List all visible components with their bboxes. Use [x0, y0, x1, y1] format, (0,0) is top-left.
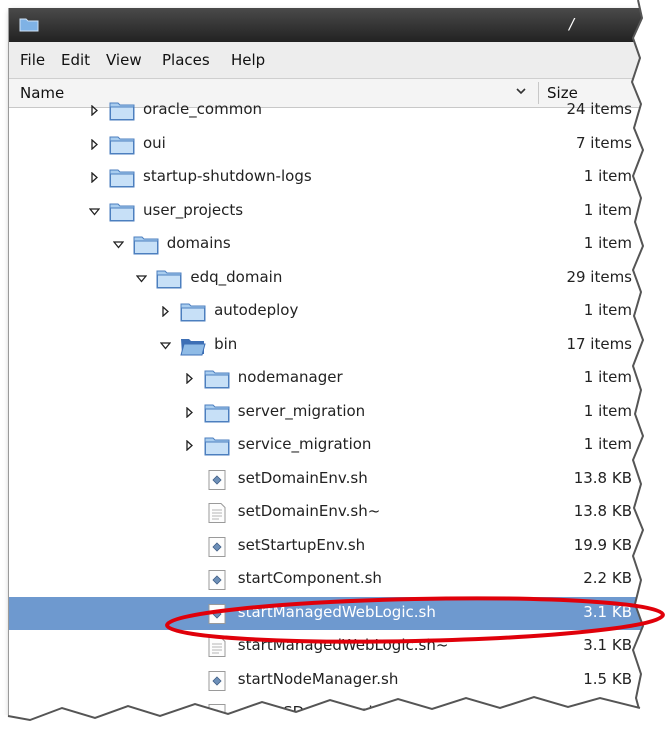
file-size: 1 item [583, 167, 632, 185]
file-size: 13.8 KB [573, 468, 632, 487]
file-name: startComponent.sh [237, 569, 382, 587]
file-name: oracle_common [143, 100, 263, 118]
expand-arrow-icon[interactable] [89, 138, 100, 150]
folder-icon [109, 168, 135, 188]
expand-arrow-icon[interactable] [160, 306, 171, 317]
file-size: 3.1 KB [583, 636, 632, 654]
menu-file[interactable]: File [20, 51, 45, 69]
file-name: startRSDaemon.sh [237, 703, 379, 721]
file-size: 3.1 KB [583, 602, 632, 621]
file-name: startManagedWebLogic.sh [237, 602, 436, 621]
file-size: 1 item [583, 301, 632, 319]
collapse-arrow-icon[interactable] [136, 273, 148, 284]
file-size: 936 bytes [557, 703, 632, 721]
folder-icon [204, 369, 230, 389]
shell-script-icon [204, 469, 230, 490]
list-item[interactable]: startManagedWebLogic.sh~ 3.1 KB [9, 630, 644, 664]
folder-icon [109, 135, 135, 155]
file-size: 1 item [583, 200, 632, 219]
file-manager-window: / File Edit View Places Help Name Size o… [8, 8, 644, 725]
file-size: 17 items [566, 334, 632, 353]
list-item[interactable]: startComponent.sh 2.2 KB [9, 563, 644, 597]
file-name: edq_domain [190, 267, 283, 286]
list-item-selected[interactable]: startManagedWebLogic.sh 3.1 KB [9, 596, 644, 630]
file-name: setStartupEnv.sh [237, 535, 366, 554]
list-item[interactable]: autodeploy 1 item [9, 295, 644, 329]
folder-icon [156, 269, 182, 289]
folder-icon [19, 18, 39, 32]
shell-script-icon [204, 570, 230, 590]
list-item[interactable]: setDomainEnv.sh 13.8 KB [9, 463, 644, 497]
list-item[interactable]: setDomainEnv.sh~ 13.8 KB [9, 496, 644, 530]
list-item[interactable]: oracle_common 24 items [9, 94, 644, 128]
list-item[interactable]: setStartupEnv.sh 19.9 KB [9, 530, 644, 564]
list-item[interactable]: edq_domain 29 items [9, 262, 644, 296]
collapse-arrow-icon[interactable] [160, 340, 172, 351]
expand-arrow-icon[interactable] [89, 105, 100, 116]
list-item[interactable]: startRSDaemon.sh 936 bytes [9, 697, 644, 725]
window-title: / [569, 15, 575, 33]
file-name: server_migration [237, 401, 366, 420]
menu-view[interactable]: View [106, 51, 142, 69]
file-size: 24 items [566, 100, 632, 118]
folder-icon [204, 436, 230, 456]
list-item[interactable]: bin 17 items [9, 329, 644, 363]
expand-arrow-icon[interactable] [184, 406, 195, 418]
folder-icon [109, 101, 135, 121]
text-file-icon [204, 503, 230, 523]
file-size: 29 items [566, 267, 632, 286]
file-size: 1.5 KB [583, 669, 632, 688]
collapse-arrow-icon[interactable] [89, 206, 100, 217]
file-tree: oracle_common 24 items oui 7 items startup-s… [9, 94, 644, 725]
file-name: nodemanager [237, 368, 343, 386]
list-item[interactable]: user_projects 1 item [9, 195, 644, 229]
folder-icon [204, 403, 230, 423]
file-name: domains [166, 234, 231, 252]
file-name: startManagedWebLogic.sh~ [237, 636, 449, 654]
file-size: 1 item [583, 401, 632, 420]
file-name: setDomainEnv.sh~ [237, 502, 381, 520]
shell-script-icon [204, 704, 230, 724]
file-size: 2.2 KB [583, 569, 632, 587]
list-item[interactable]: service_migration 1 item [9, 429, 644, 463]
file-size: 19.9 KB [573, 535, 632, 554]
list-item[interactable]: startup-shutdown-logs 1 item [9, 161, 644, 195]
shell-script-icon [204, 670, 230, 691]
text-file-icon [204, 637, 230, 657]
file-size: 7 items [575, 133, 632, 152]
menu-help[interactable]: Help [231, 51, 265, 69]
file-name: user_projects [143, 200, 244, 219]
menu-edit[interactable]: Edit [61, 51, 90, 69]
file-size: 1 item [583, 435, 632, 453]
list-item[interactable]: domains 1 item [9, 228, 644, 262]
file-name: setDomainEnv.sh [237, 468, 368, 487]
file-size: 13.8 KB [573, 502, 632, 520]
file-name: startNodeManager.sh [237, 669, 399, 688]
list-item[interactable]: startNodeManager.sh 1.5 KB [9, 664, 644, 698]
menu-places[interactable]: Places [162, 51, 210, 69]
file-name: service_migration [237, 435, 372, 453]
file-size: 1 item [583, 234, 632, 252]
folder-icon [180, 302, 206, 322]
expand-arrow-icon[interactable] [184, 440, 195, 451]
menu-bar: File Edit View Places Help [9, 42, 644, 79]
title-bar[interactable]: / [9, 8, 644, 42]
expand-arrow-icon[interactable] [184, 373, 195, 384]
expand-arrow-icon[interactable] [89, 172, 100, 183]
folder-icon [133, 235, 159, 255]
list-item[interactable]: oui 7 items [9, 128, 644, 162]
shell-script-icon [204, 536, 230, 557]
folder-icon [109, 202, 135, 222]
file-name: startup-shutdown-logs [143, 167, 312, 185]
file-name: oui [143, 133, 166, 152]
file-name: autodeploy [214, 301, 299, 319]
shell-script-icon [204, 603, 230, 624]
folder-open-icon [180, 336, 206, 356]
collapse-arrow-icon[interactable] [112, 239, 124, 250]
file-name: bin [214, 334, 238, 353]
file-size: 1 item [583, 368, 632, 386]
list-item[interactable]: server_migration 1 item [9, 396, 644, 430]
list-item[interactable]: nodemanager 1 item [9, 362, 644, 396]
